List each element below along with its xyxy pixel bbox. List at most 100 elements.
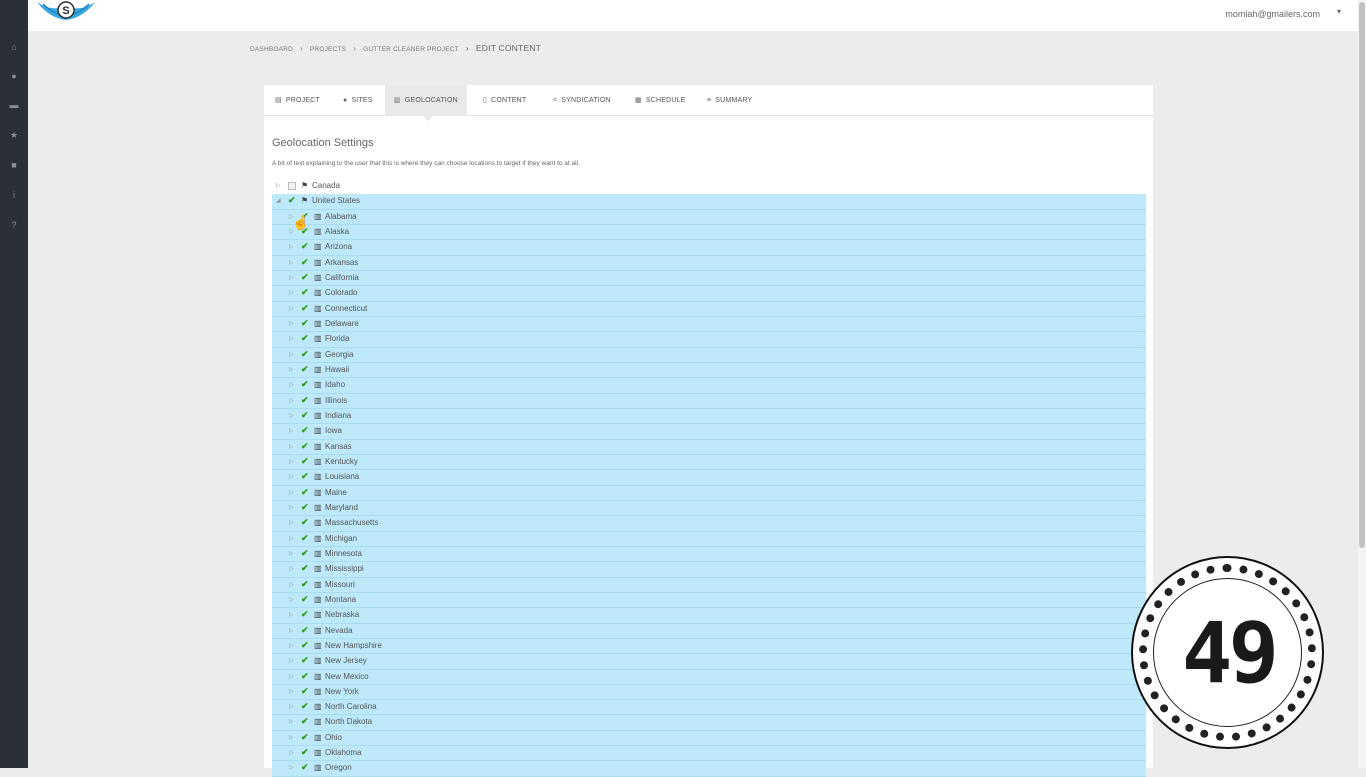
expand-toggle-icon[interactable]: ▷ [289, 688, 294, 695]
expand-toggle-icon[interactable]: ▷ [289, 581, 294, 588]
expand-toggle-icon[interactable]: ▷ [289, 305, 294, 312]
tree-state-row[interactable]: ▷ ✔ ▥ Kentucky [272, 454, 1146, 471]
tab-sites[interactable]: ● SITES [334, 85, 382, 116]
checkbox-checked-icon[interactable]: ✔ [301, 441, 309, 452]
lock-icon[interactable]: ■ [7, 158, 21, 172]
checkbox-checked-icon[interactable]: ✔ [301, 379, 309, 390]
expand-toggle-icon[interactable]: ▷ [289, 642, 294, 649]
checkbox[interactable] [288, 182, 296, 190]
checkbox-checked-icon[interactable]: ✔ [301, 333, 309, 344]
expand-toggle-icon[interactable]: ▷ [289, 489, 294, 496]
briefcase-icon[interactable]: ▬ [7, 98, 21, 112]
tab-geolocation[interactable]: ▥ GEOLOCATION [385, 85, 467, 116]
checkbox-checked-icon[interactable]: ✔ [301, 425, 309, 436]
tab-syndication[interactable]: < SYNDICATION [544, 85, 620, 116]
checkbox-checked-icon[interactable]: ✔ [301, 701, 309, 712]
globe-icon[interactable]: ● [7, 69, 21, 83]
expand-toggle-icon[interactable]: ▷ [289, 351, 294, 358]
expand-toggle-icon[interactable]: ▷ [289, 366, 294, 373]
tree-state-row[interactable]: ▷ ✔ ▥ Mississippi [272, 562, 1146, 578]
breadcrumb-project[interactable]: GUTTER CLEANER PROJECT [363, 46, 459, 53]
tree-state-row[interactable]: ▷ ✔ ▥ Florida [272, 332, 1146, 348]
expand-toggle-icon[interactable]: ▷ [289, 734, 294, 741]
tree-state-row[interactable]: ▷ ✔ ▥ Alabama [272, 209, 1146, 225]
tree-state-row[interactable]: ▷ ✔ ▥ Georgia [272, 347, 1146, 363]
star-icon[interactable]: ★ [7, 128, 21, 142]
checkbox-checked-icon[interactable]: ✔ [301, 594, 309, 605]
checkbox-checked-icon[interactable]: ✔ [301, 287, 309, 298]
tree-state-row[interactable]: ▷ ✔ ▥ Idaho [272, 378, 1146, 394]
checkbox-checked-icon[interactable]: ✔ [301, 395, 309, 406]
expand-toggle-icon[interactable]: ▷ [289, 611, 294, 618]
checkbox-checked-icon[interactable]: ✔ [301, 579, 309, 590]
expand-toggle-icon[interactable]: ▷ [289, 473, 294, 480]
tree-state-row[interactable]: ▷ ✔ ▥ Connecticut [272, 301, 1146, 317]
checkbox-checked-icon[interactable]: ✔ [301, 640, 309, 651]
tree-state-row[interactable]: ▷ ✔ ▥ Illinois [272, 393, 1146, 409]
tree-state-row[interactable]: ▷ ✔ ▥ Delaware [272, 316, 1146, 333]
expand-toggle-icon[interactable]: ▷ [289, 519, 294, 526]
breadcrumb-projects[interactable]: PROJECTS [310, 46, 346, 53]
tree-state-row[interactable]: ▷ ✔ ▥ Iowa [272, 424, 1146, 440]
checkbox-checked-icon[interactable]: ✔ [301, 747, 309, 758]
home-icon[interactable]: ⌂ [7, 40, 21, 54]
expand-toggle-icon[interactable]: ▷ [289, 627, 294, 634]
tree-state-row[interactable]: ▷ ✔ ▥ Indiana [272, 408, 1146, 425]
checkbox-checked-icon[interactable]: ✔ [301, 671, 309, 682]
tree-state-row[interactable]: ▷ ✔ ▥ Oregon [272, 761, 1146, 777]
expand-toggle-icon[interactable]: ▷ [289, 550, 294, 557]
expand-toggle-icon[interactable]: ▷ [289, 703, 294, 710]
tree-state-row[interactable]: ▷ ✔ ▥ Alaska [272, 224, 1146, 241]
tree-state-row[interactable]: ▷ ✔ ▥ Montana [272, 592, 1146, 609]
tab-project[interactable]: ▤ PROJECT [266, 85, 329, 116]
logo[interactable]: S [35, 0, 97, 26]
checkbox-checked-icon[interactable]: ✔ [301, 716, 309, 727]
info-icon[interactable]: i [7, 188, 21, 202]
expand-toggle-icon[interactable]: ▷ [289, 535, 294, 542]
checkbox-checked-icon[interactable]: ✔ [301, 609, 309, 620]
tree-state-row[interactable]: ▷ ✔ ▥ Arkansas [272, 255, 1146, 271]
checkbox-checked-icon[interactable]: ✔ [301, 625, 309, 636]
scrollbar-thumb[interactable] [1359, 2, 1365, 548]
expand-toggle-icon[interactable]: ▷ [289, 289, 294, 296]
tree-state-row[interactable]: ▷ ✔ ▥ California [272, 270, 1146, 287]
expand-toggle-icon[interactable]: ▷ [289, 335, 294, 342]
expand-toggle-icon[interactable]: ▷ [289, 412, 294, 419]
tree-state-row[interactable]: ▷ ✔ ▥ Ohio [272, 730, 1146, 747]
expand-toggle-icon[interactable]: ▷ [289, 443, 294, 450]
expand-toggle-icon[interactable]: ▷ [289, 320, 294, 327]
expand-toggle-icon[interactable]: ▷ [289, 718, 294, 725]
checkbox-checked-icon[interactable]: ✔ [301, 732, 309, 743]
expand-toggle-icon[interactable]: ▷ [289, 565, 294, 572]
question-icon[interactable]: ? [7, 218, 21, 232]
checkbox-checked-icon[interactable]: ✔ [301, 655, 309, 666]
tree-state-row[interactable]: ▷ ✔ ▥ Nebraska [272, 608, 1146, 624]
checkbox-checked-icon[interactable]: ✔ [301, 456, 309, 467]
checkbox-checked-icon[interactable]: ✔ [301, 487, 309, 498]
checkbox-checked-icon[interactable]: ✔ [301, 257, 309, 268]
tree-country-row[interactable]: ▷ ⚑ Canada [272, 179, 1146, 194]
tab-content[interactable]: ▯ CONTENT [474, 85, 535, 116]
breadcrumb-dashboard[interactable]: DASHBOARD [250, 46, 293, 53]
expand-toggle-icon[interactable]: ▷ [276, 182, 281, 189]
expand-toggle-icon[interactable]: ▷ [289, 749, 294, 756]
tree-state-row[interactable]: ▷ ✔ ▥ New Hampshire [272, 638, 1146, 655]
tree-state-row[interactable]: ▷ ✔ ▥ North Carolina [272, 700, 1146, 716]
tree-state-row[interactable]: ▷ ✔ ▥ New Mexico [272, 669, 1146, 685]
tree-state-row[interactable]: ▷ ✔ ▥ Minnesota [272, 546, 1146, 563]
tree-state-row[interactable]: ▷ ✔ ▥ Kansas [272, 439, 1146, 455]
expand-toggle-icon[interactable]: ▷ [289, 259, 294, 266]
tab-schedule[interactable]: ▦ SCHEDULE [626, 85, 695, 116]
tree-state-row[interactable]: ▷ ✔ ▥ New York [272, 684, 1146, 701]
tree-state-row[interactable]: ▷ ✔ ▥ Oklahoma [272, 746, 1146, 762]
tree-state-row[interactable]: ▷ ✔ ▥ Maryland [272, 500, 1146, 517]
checkbox-checked-icon[interactable]: ✔ [301, 349, 309, 360]
expand-toggle-icon[interactable]: ▷ [289, 397, 294, 404]
checkbox-checked-icon[interactable]: ✔ [301, 548, 309, 559]
expand-toggle-icon[interactable]: ▷ [289, 274, 294, 281]
expand-toggle-icon[interactable]: ▷ [289, 657, 294, 664]
expand-toggle-icon[interactable]: ▷ [289, 427, 294, 434]
collapse-toggle-icon[interactable]: ◢ [276, 197, 281, 204]
checkbox-checked-icon[interactable]: ✔ [288, 195, 296, 206]
expand-toggle-icon[interactable]: ▷ [289, 381, 294, 388]
